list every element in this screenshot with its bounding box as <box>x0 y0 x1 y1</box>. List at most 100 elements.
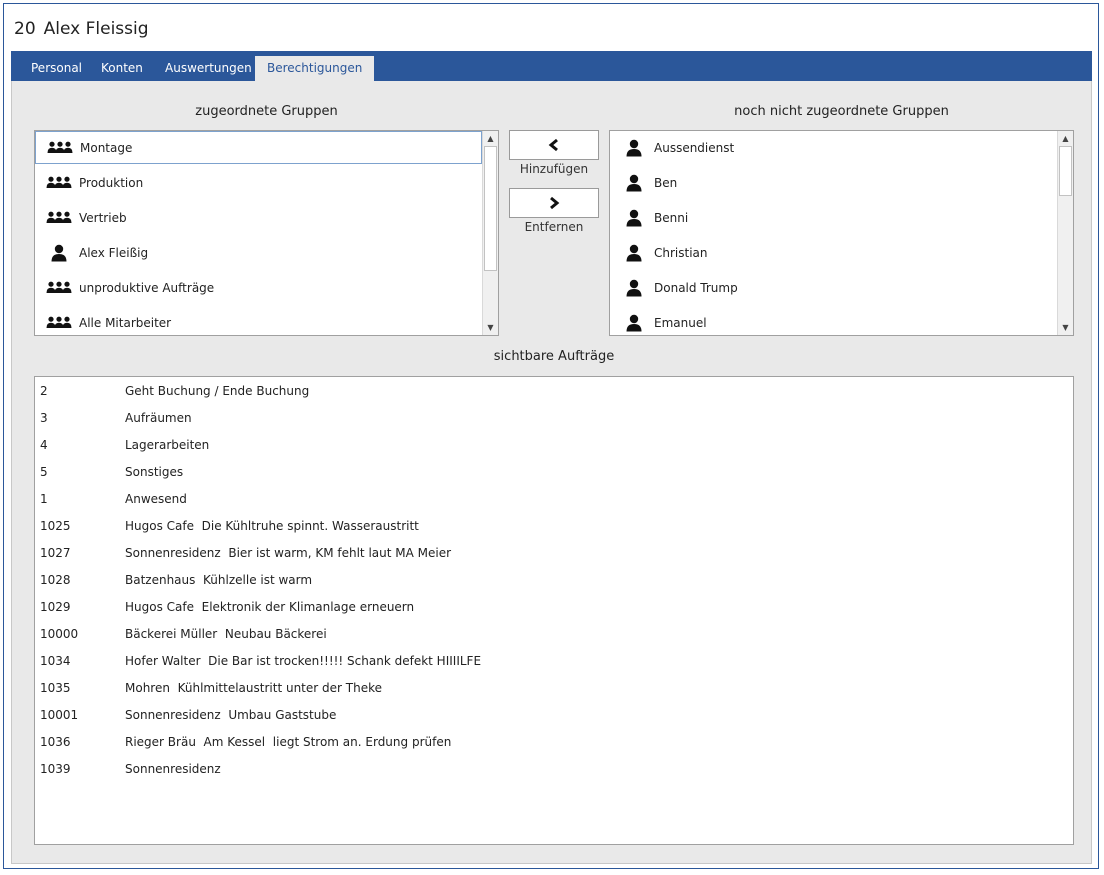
list-item-label: Aussendienst <box>654 140 735 155</box>
tab-konten[interactable]: Konten <box>89 56 155 81</box>
list-item-label: Montage <box>80 140 133 155</box>
order-number: 1029 <box>40 599 71 614</box>
scroll-up-icon[interactable]: ▲ <box>1058 131 1073 146</box>
tab-auswertungen[interactable]: Auswertungen <box>153 56 264 81</box>
order-description: Batzenhaus Kühlzelle ist warm <box>125 572 313 587</box>
order-row[interactable]: 1035 Mohren Kühlmittelaustritt unter der … <box>35 674 1073 701</box>
list-item[interactable]: Vertrieb <box>35 201 482 234</box>
order-row[interactable]: 1034 Hofer Walter Die Bar ist trocken!!!!… <box>35 647 1073 674</box>
user-icon <box>620 314 648 332</box>
order-number: 10000 <box>40 626 79 641</box>
order-description: Hugos Cafe Die Kühltruhe spinnt. Wassera… <box>125 518 419 533</box>
order-description: Aufräumen <box>125 410 192 425</box>
user-icon <box>45 244 73 262</box>
list-item-label: Christian <box>654 245 708 260</box>
order-number: 1025 <box>40 518 71 533</box>
order-row[interactable]: 1025 Hugos Cafe Die Kühltruhe spinnt. Was… <box>35 512 1073 539</box>
add-button[interactable] <box>509 130 599 160</box>
order-row[interactable]: 1029 Hugos Cafe Elektronik der Klimanlage… <box>35 593 1073 620</box>
unassigned-scrollbar[interactable]: ▲ ▼ <box>1057 131 1073 335</box>
user-icon <box>620 139 648 157</box>
scroll-up-icon[interactable]: ▲ <box>483 131 498 146</box>
order-number: 1036 <box>40 734 71 749</box>
user-icon <box>620 174 648 192</box>
permissions-panel: zugeordnete Gruppen noch nicht zugeordne… <box>11 81 1092 864</box>
order-description: Lagerarbeiten <box>125 437 210 452</box>
order-description: Rieger Bräu Am Kessel liegt Strom an. Er… <box>125 734 452 749</box>
order-description: Geht Buchung / Ende Buchung <box>125 383 310 398</box>
list-item[interactable]: Christian <box>610 236 1057 269</box>
order-row[interactable]: 1039 Sonnenresidenz <box>35 755 1073 782</box>
list-item-label: unproduktive Aufträge <box>79 280 215 295</box>
tab-personal[interactable]: Personal <box>19 56 94 81</box>
list-item[interactable]: Donald Trump <box>610 271 1057 304</box>
chevron-left-icon <box>548 138 558 152</box>
list-item[interactable]: Aussendienst <box>610 131 1057 164</box>
list-item-label: Vertrieb <box>79 210 127 225</box>
order-description: Sonnenresidenz <box>125 761 221 776</box>
order-number: 2 <box>40 383 48 398</box>
list-item[interactable]: Produktion <box>35 166 482 199</box>
list-item[interactable]: Emanuel <box>610 306 1057 335</box>
order-number: 4 <box>40 437 48 452</box>
unassigned-groups-title: noch nicht zugeordnete Gruppen <box>734 104 949 119</box>
group-icon <box>45 314 73 332</box>
assigned-groups-list[interactable]: Montage Produktion Vertrieb Alex Fleißig unp… <box>34 130 499 336</box>
list-item-label: Ben <box>654 175 678 190</box>
order-row[interactable]: 10000 Bäckerei Müller Neubau Bäckerei <box>35 620 1073 647</box>
scroll-down-icon[interactable]: ▼ <box>483 320 498 335</box>
visible-orders-list[interactable]: 2 Geht Buchung / Ende Buchung 3 Aufräumen 4 L… <box>34 376 1074 845</box>
list-item[interactable]: Ben <box>610 166 1057 199</box>
user-icon <box>620 279 648 297</box>
list-item[interactable]: Benni <box>610 201 1057 234</box>
remove-button[interactable] <box>509 188 599 218</box>
order-description: Bäckerei Müller Neubau Bäckerei <box>125 626 327 641</box>
order-row[interactable]: 3 Aufräumen <box>35 404 1073 431</box>
visible-orders-title: sichtbare Aufträge <box>493 349 615 364</box>
order-row[interactable]: 1 Anwesend <box>35 485 1073 512</box>
order-number: 10001 <box>40 707 79 722</box>
user-icon <box>620 244 648 262</box>
scroll-thumb[interactable] <box>1059 146 1072 196</box>
list-item-label: Donald Trump <box>654 280 738 295</box>
order-number: 3 <box>40 410 48 425</box>
order-row[interactable]: 1027 Sonnenresidenz Bier ist warm, KM feh… <box>35 539 1073 566</box>
order-row[interactable]: 10001 Sonnenresidenz Umbau Gaststube <box>35 701 1073 728</box>
order-description: Hugos Cafe Elektronik der Klimanlage ern… <box>125 599 415 614</box>
order-number: 1034 <box>40 653 71 668</box>
tab-berechtigungen[interactable]: Berechtigungen <box>255 56 375 81</box>
page-title: 20 Alex Fleissig <box>14 19 149 39</box>
list-item[interactable]: unproduktive Aufträge <box>35 271 482 304</box>
order-row[interactable]: 1036 Rieger Bräu Am Kessel liegt Strom an… <box>35 728 1073 755</box>
chevron-right-icon <box>550 196 560 210</box>
assigned-scrollbar[interactable]: ▲ ▼ <box>482 131 498 335</box>
order-description: Sonnenresidenz Bier ist warm, KM fehlt l… <box>125 545 452 560</box>
scroll-down-icon[interactable]: ▼ <box>1058 320 1073 335</box>
order-description: Anwesend <box>125 491 187 506</box>
add-button-label: Hinzufügen <box>519 162 589 176</box>
order-description: Hofer Walter Die Bar ist trocken!!!!! Sc… <box>125 653 482 668</box>
list-item[interactable]: Montage <box>35 131 482 164</box>
order-number: 1035 <box>40 680 71 695</box>
assigned-groups-title: zugeordnete Gruppen <box>195 104 338 119</box>
list-item-label: Alle Mitarbeiter <box>79 315 172 330</box>
order-row[interactable]: 2 Geht Buchung / Ende Buchung <box>35 377 1073 404</box>
unassigned-groups-list[interactable]: Aussendienst Ben Benni Christian Donald Trum… <box>609 130 1074 336</box>
scroll-thumb[interactable] <box>484 146 497 271</box>
order-number: 1027 <box>40 545 71 560</box>
order-description: Sonnenresidenz Umbau Gaststube <box>125 707 337 722</box>
list-item-label: Emanuel <box>654 315 707 330</box>
user-icon <box>620 209 648 227</box>
order-description: Mohren Kühlmittelaustritt unter der Thek… <box>125 680 382 695</box>
order-row[interactable]: 1028 Batzenhaus Kühlzelle ist warm <box>35 566 1073 593</box>
list-item[interactable]: Alex Fleißig <box>35 236 482 269</box>
list-item[interactable]: Alle Mitarbeiter <box>35 306 482 335</box>
group-icon <box>45 279 73 297</box>
employee-id: 20 <box>14 19 36 39</box>
list-item-label: Produktion <box>79 175 144 190</box>
order-description: Sonstiges <box>125 464 184 479</box>
order-row[interactable]: 5 Sonstiges <box>35 458 1073 485</box>
list-item-label: Alex Fleißig <box>79 245 149 260</box>
order-row[interactable]: 4 Lagerarbeiten <box>35 431 1073 458</box>
order-number: 1 <box>40 491 48 506</box>
